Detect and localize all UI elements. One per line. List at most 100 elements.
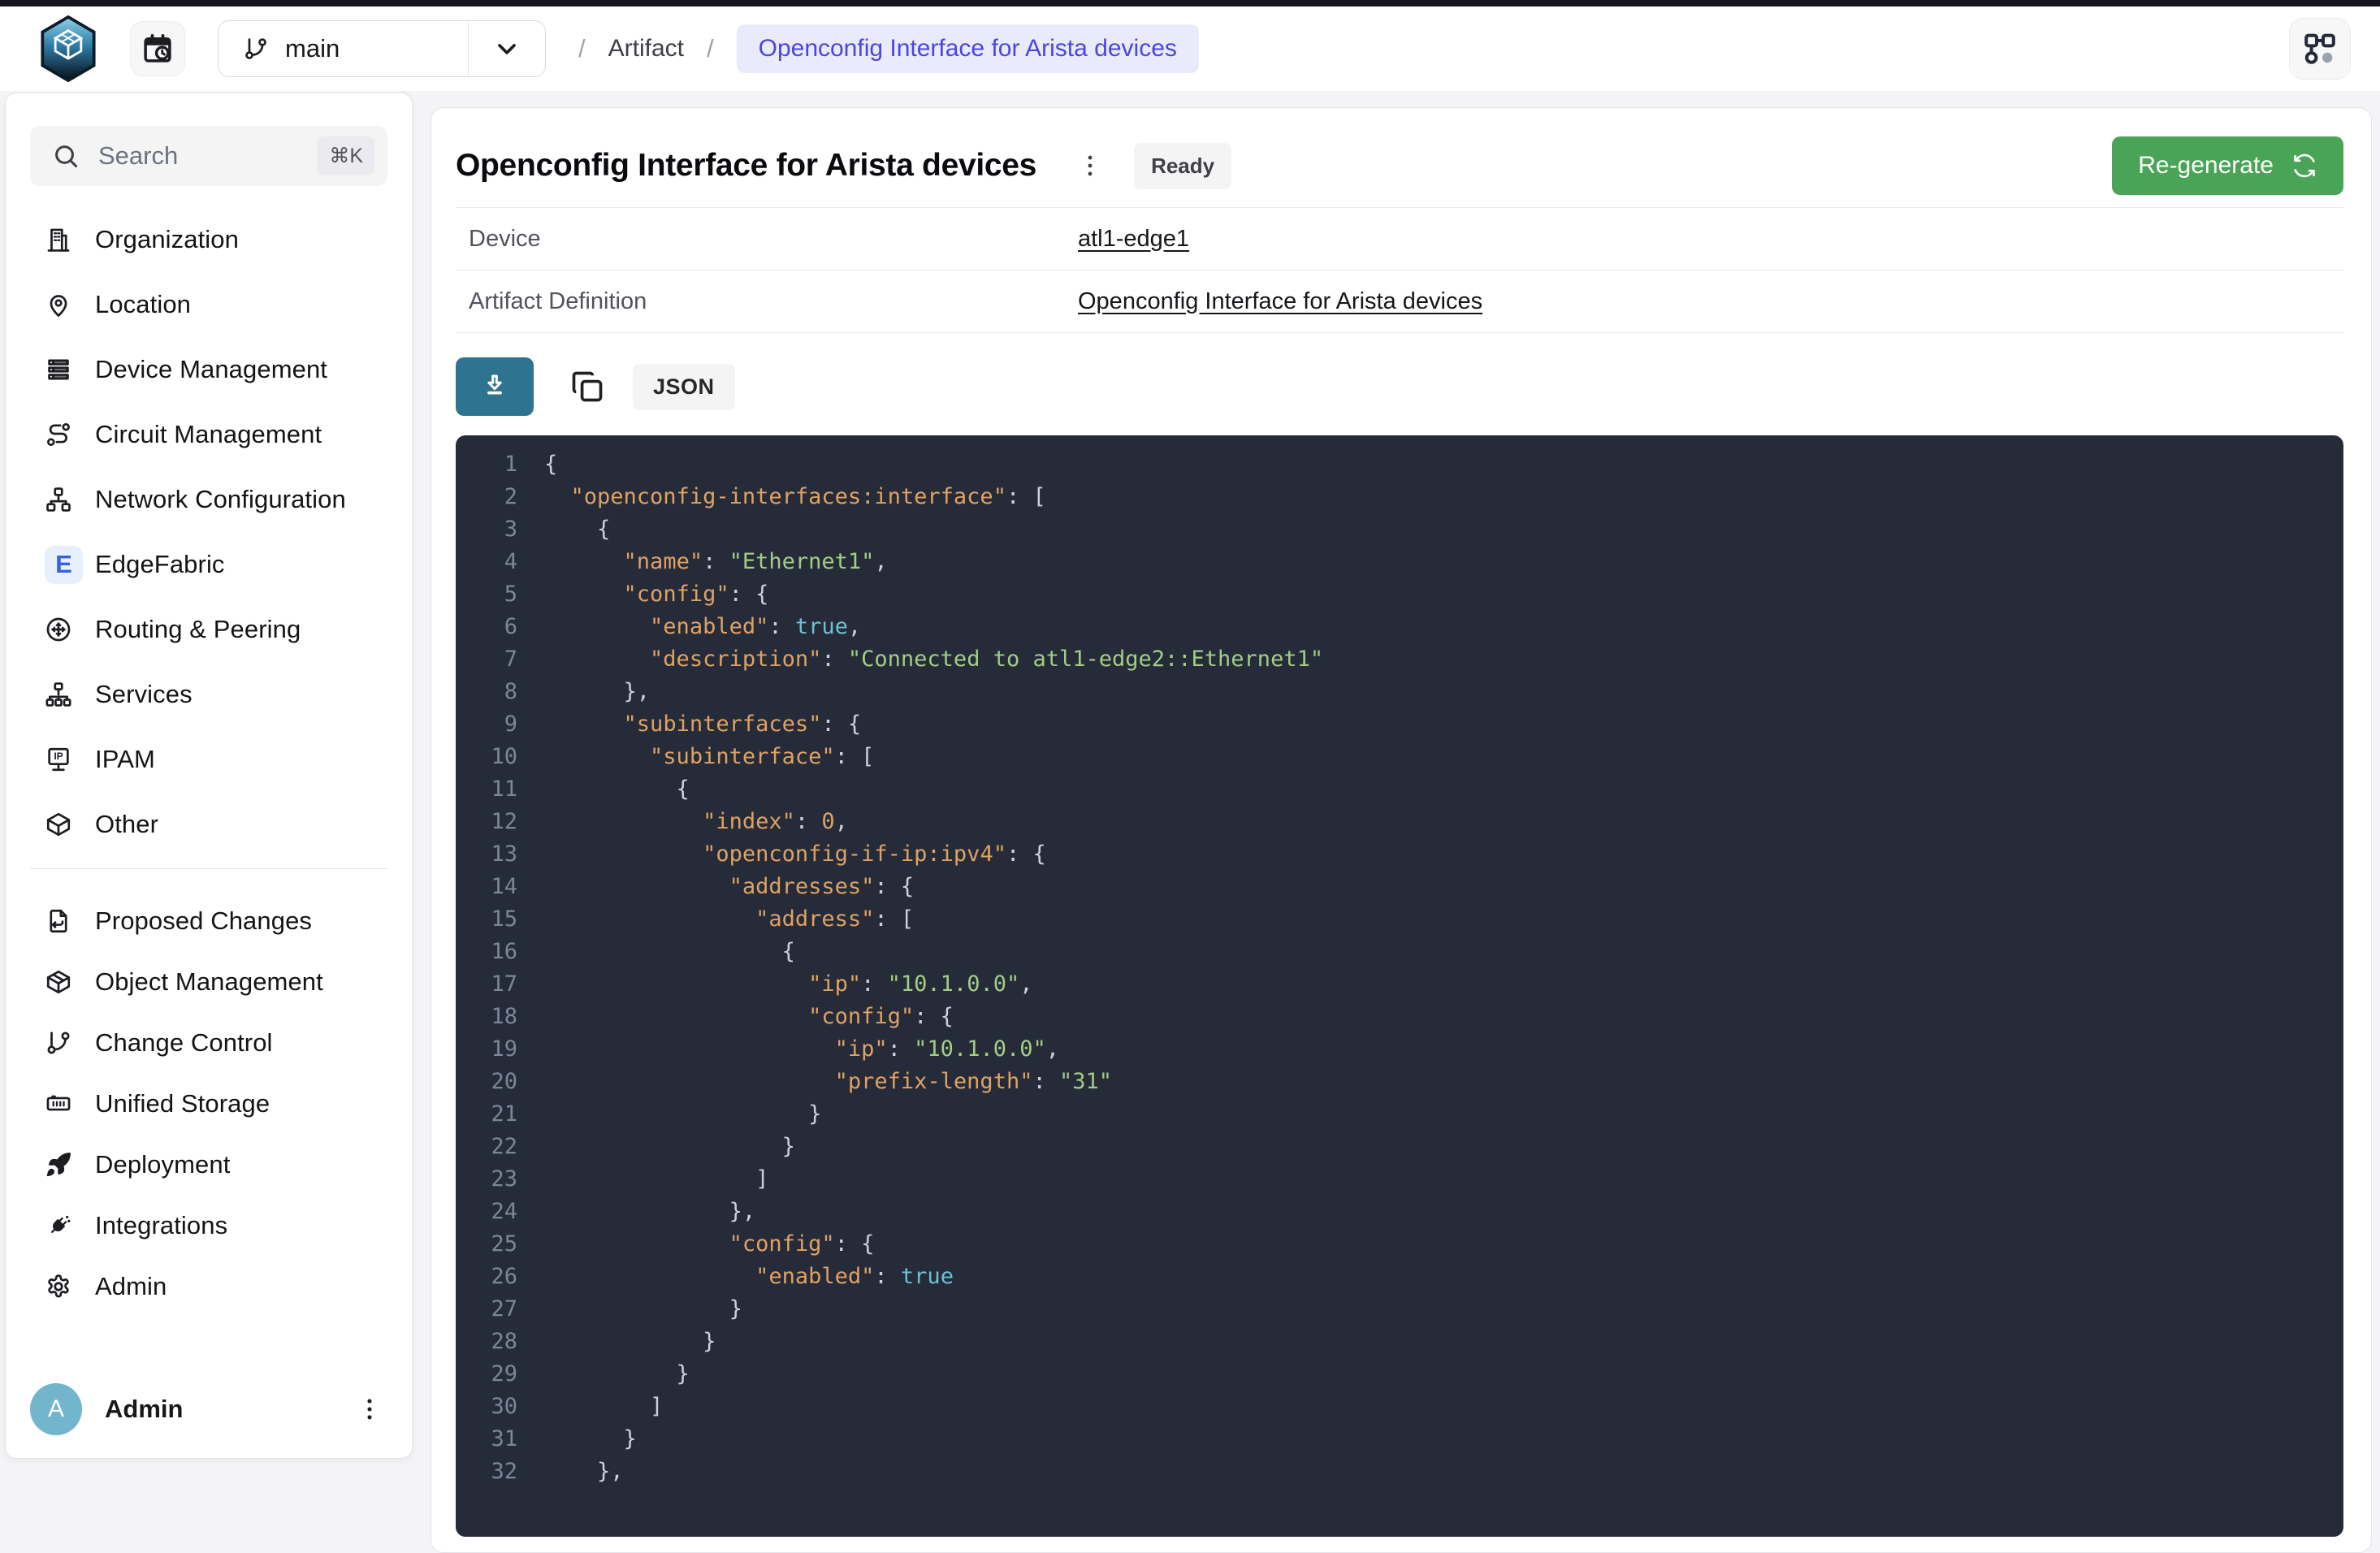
sidebar-item-proposed-changes[interactable]: Proposed Changes bbox=[6, 890, 412, 951]
line-number: 27 bbox=[456, 1293, 517, 1326]
line-number: 1 bbox=[456, 448, 517, 481]
line-number: 19 bbox=[456, 1033, 517, 1066]
code-text: "address": [ bbox=[544, 903, 914, 936]
code-line: 29 } bbox=[456, 1358, 2343, 1391]
code-line: 24 }, bbox=[456, 1196, 2343, 1228]
code-text: "enabled": true bbox=[544, 1261, 954, 1293]
code-text: ] bbox=[544, 1163, 768, 1196]
artifact-toolbar: JSON bbox=[456, 357, 2343, 416]
branch-selector-value[interactable]: main bbox=[219, 21, 468, 76]
code-line: 11 { bbox=[456, 773, 2343, 806]
search-input[interactable]: Search ⌘K bbox=[30, 126, 387, 186]
code-text: } bbox=[544, 1423, 637, 1456]
code-line: 21 } bbox=[456, 1098, 2343, 1131]
page-actions-button[interactable] bbox=[1074, 146, 1106, 185]
sidebar-item-ipam[interactable]: IPIPAM bbox=[6, 727, 412, 792]
regenerate-button[interactable]: Re-generate bbox=[2112, 136, 2343, 195]
branch-selector-toggle[interactable] bbox=[469, 21, 545, 76]
sidebar-item-routing-peering[interactable]: Routing & Peering bbox=[6, 597, 412, 662]
format-tab-json[interactable]: JSON bbox=[633, 364, 735, 410]
sidebar-item-circuit-management[interactable]: Circuit Management bbox=[6, 402, 412, 467]
sidebar-item-label: Services bbox=[95, 680, 193, 709]
sidebar-item-label: Object Management bbox=[95, 967, 323, 997]
code-text: } bbox=[544, 1098, 821, 1131]
code-line: 3 { bbox=[456, 513, 2343, 546]
building-icon bbox=[45, 226, 72, 253]
code-line: 13 "openconfig-if-ip:ipv4": { bbox=[456, 838, 2343, 871]
branch-name: main bbox=[285, 34, 340, 63]
line-number: 16 bbox=[456, 936, 517, 968]
schema-icon bbox=[2300, 29, 2339, 68]
line-number: 30 bbox=[456, 1391, 517, 1423]
line-number: 20 bbox=[456, 1066, 517, 1098]
avatar: A bbox=[30, 1383, 82, 1435]
line-number: 6 bbox=[456, 611, 517, 643]
window-top-edge bbox=[0, 0, 2380, 6]
page-title: Openconfig Interface for Arista devices bbox=[456, 148, 1036, 184]
sidebar-item-admin[interactable]: Admin bbox=[6, 1256, 412, 1317]
user-menu-button[interactable] bbox=[352, 1391, 387, 1427]
code-text: "name": "Ethernet1", bbox=[544, 546, 888, 578]
code-line: 26 "enabled": true bbox=[456, 1261, 2343, 1293]
kebab-icon bbox=[356, 1395, 383, 1423]
kebab-icon bbox=[1076, 152, 1104, 180]
breadcrumb-item-artifact[interactable]: Artifact bbox=[608, 35, 684, 63]
sidebar-item-label: Network Configuration bbox=[95, 485, 346, 514]
line-number: 22 bbox=[456, 1131, 517, 1163]
sidebar-item-label: Unified Storage bbox=[95, 1089, 270, 1118]
copy-button[interactable] bbox=[566, 366, 608, 408]
download-button[interactable] bbox=[456, 357, 534, 416]
infrahub-logo[interactable] bbox=[37, 15, 99, 82]
sidebar-item-device-management[interactable]: Device Management bbox=[6, 337, 412, 402]
code-line: 15 "address": [ bbox=[456, 903, 2343, 936]
sidebar-item-network-configuration[interactable]: Network Configuration bbox=[6, 467, 412, 532]
sidebar-item-label: Device Management bbox=[95, 355, 327, 384]
code-text: "config": { bbox=[544, 578, 768, 611]
breadcrumb-separator: / bbox=[707, 34, 714, 63]
refresh-icon bbox=[2291, 153, 2317, 179]
gear-icon bbox=[45, 1273, 72, 1300]
code-text: } bbox=[544, 1131, 795, 1163]
sidebar-item-change-control[interactable]: Change Control bbox=[6, 1012, 412, 1073]
branch-selector[interactable]: main bbox=[218, 20, 546, 77]
code-line: 4 "name": "Ethernet1", bbox=[456, 546, 2343, 578]
sidebar-item-object-management[interactable]: Object Management bbox=[6, 951, 412, 1012]
code-line: 22 } bbox=[456, 1131, 2343, 1163]
detail-row-artifact-definition: Artifact DefinitionOpenconfig Interface … bbox=[456, 270, 2343, 333]
route-icon bbox=[45, 421, 72, 448]
sidebar-nav-secondary: Proposed Changes Object Management Change … bbox=[6, 890, 412, 1317]
code-text: }, bbox=[544, 676, 650, 708]
code-text: { bbox=[544, 936, 795, 968]
breadcrumb-current[interactable]: Openconfig Interface for Arista devices bbox=[737, 24, 1199, 73]
map-pin-icon bbox=[45, 291, 72, 318]
code-text: "description": "Connected to atl1-edge2:… bbox=[544, 643, 1323, 676]
time-travel-button[interactable] bbox=[130, 21, 185, 76]
line-number: 31 bbox=[456, 1423, 517, 1456]
code-line: 32 }, bbox=[456, 1456, 2343, 1488]
sidebar-item-deployment[interactable]: Deployment bbox=[6, 1134, 412, 1195]
sidebar-item-edgefabric[interactable]: EEdgeFabric bbox=[6, 532, 412, 597]
detail-value-link[interactable]: Openconfig Interface for Arista devices bbox=[1078, 288, 1482, 315]
network-icon bbox=[45, 486, 72, 513]
sidebar-item-organization[interactable]: Organization bbox=[6, 207, 412, 272]
line-number: 8 bbox=[456, 676, 517, 708]
line-number: 5 bbox=[456, 578, 517, 611]
breadcrumb: / Artifact / Openconfig Interface for Ar… bbox=[578, 24, 1199, 73]
line-number: 17 bbox=[456, 968, 517, 1001]
sidebar-item-integrations[interactable]: Integrations bbox=[6, 1195, 412, 1256]
sidebar-item-services[interactable]: Services bbox=[6, 662, 412, 727]
code-line: 9 "subinterfaces": { bbox=[456, 708, 2343, 741]
sidebar-item-unified-storage[interactable]: Unified Storage bbox=[6, 1073, 412, 1134]
edgefabric-letter-icon: E bbox=[45, 546, 83, 584]
sidebar-item-other[interactable]: Other bbox=[6, 792, 412, 857]
code-line: 20 "prefix-length": "31" bbox=[456, 1066, 2343, 1098]
sidebar-item-location[interactable]: Location bbox=[6, 272, 412, 337]
line-number: 13 bbox=[456, 838, 517, 871]
user-menu[interactable]: A Admin bbox=[30, 1383, 387, 1435]
services-icon bbox=[45, 681, 72, 708]
code-text: "prefix-length": "31" bbox=[544, 1066, 1112, 1098]
detail-value-link[interactable]: atl1-edge1 bbox=[1078, 226, 1189, 253]
regenerate-label: Re-generate bbox=[2138, 152, 2274, 180]
schema-explorer-button[interactable] bbox=[2289, 18, 2351, 80]
rocket-icon bbox=[45, 1151, 72, 1179]
